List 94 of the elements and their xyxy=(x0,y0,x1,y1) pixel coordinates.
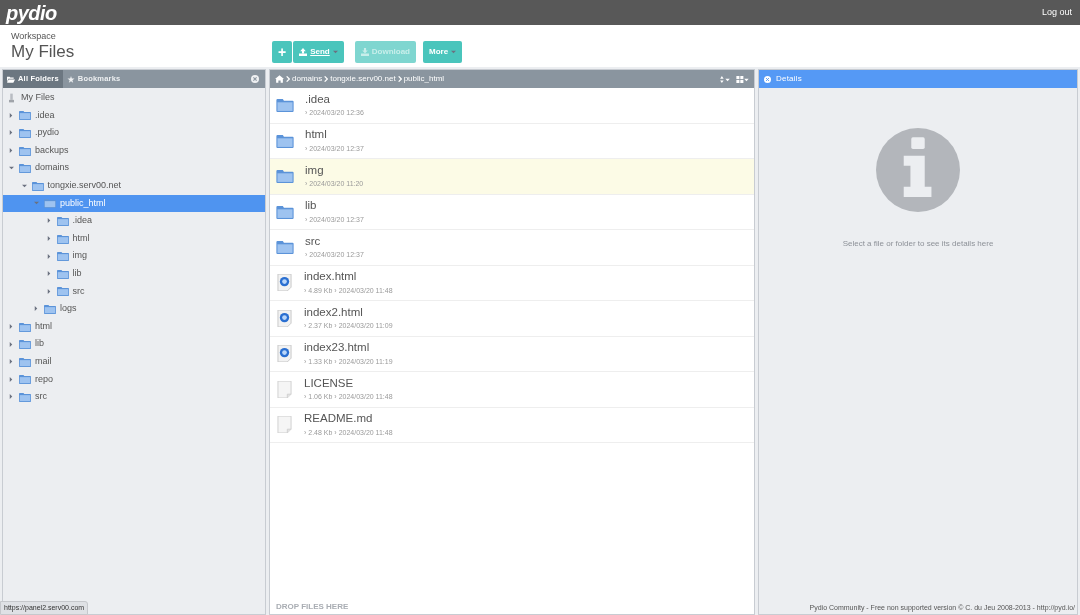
tree-item[interactable]: src xyxy=(3,282,265,301)
folder-open-icon xyxy=(7,75,15,83)
folder-icon xyxy=(56,215,69,226)
sort-icon xyxy=(719,75,730,83)
tree-item[interactable]: html xyxy=(3,317,265,336)
tree-item[interactable]: lib xyxy=(3,264,265,283)
tree-item[interactable]: .pydio xyxy=(3,124,265,142)
folder-icon xyxy=(56,268,69,279)
tree-item[interactable]: src xyxy=(3,388,265,406)
close-icon xyxy=(764,75,771,83)
home-icon xyxy=(275,75,284,83)
file-name: index.html xyxy=(304,269,358,284)
caret-icon xyxy=(9,166,14,171)
workspace-label: Workspace xyxy=(11,31,57,41)
folder-icon xyxy=(19,128,31,138)
tree-item[interactable]: tongxie.serv00.net xyxy=(3,176,265,195)
tree-item[interactable]: lib xyxy=(3,335,265,353)
caret-icon xyxy=(9,341,13,347)
folder-icon xyxy=(19,391,31,402)
file-name: img xyxy=(305,162,325,178)
file-name: html xyxy=(305,127,328,142)
tree-item[interactable]: domains xyxy=(3,159,265,177)
folder-icon xyxy=(19,163,31,174)
info-icon xyxy=(876,128,960,212)
grid-view-icon xyxy=(736,75,749,83)
file-name: .idea xyxy=(305,91,331,107)
logo: pydio xyxy=(6,2,57,23)
folder-icon xyxy=(44,198,56,209)
web-file-icon xyxy=(277,345,292,363)
tree-item[interactable]: mail xyxy=(3,352,265,371)
chevron-icon xyxy=(397,76,402,82)
caret-icon xyxy=(34,306,38,312)
caret-icon xyxy=(9,376,13,382)
folder-icon xyxy=(19,145,31,156)
folder-icon xyxy=(56,233,69,244)
caret-icon xyxy=(9,359,13,365)
folder-icon xyxy=(276,98,294,113)
file-icon xyxy=(277,380,292,398)
logout-link[interactable]: Log out xyxy=(1041,5,1072,20)
web-file-icon xyxy=(277,274,292,292)
file-name: lib xyxy=(305,198,318,213)
caret-icon xyxy=(21,183,27,188)
file-name: src xyxy=(305,233,322,249)
folder-icon xyxy=(44,303,56,314)
file-name: index2.html xyxy=(304,304,364,320)
folder-icon xyxy=(19,356,31,367)
empty-message: Select a file or folder to see its details here xyxy=(842,238,994,250)
folder-icon xyxy=(19,110,31,121)
caret-icon xyxy=(46,253,51,259)
chevron-icon xyxy=(286,76,290,82)
caret-icon xyxy=(9,394,13,400)
folder-icon xyxy=(19,339,31,350)
download-icon xyxy=(360,48,369,56)
folder-icon xyxy=(31,180,44,191)
folder-icon xyxy=(56,286,69,297)
file-icon xyxy=(277,416,292,434)
folder-icon xyxy=(19,321,31,332)
tree-item[interactable]: .idea xyxy=(3,106,265,125)
drop-hint: DROP FILES HERE xyxy=(276,601,350,613)
tree-item[interactable]: html xyxy=(3,229,265,248)
file-name: index23.html xyxy=(304,340,371,355)
tree-item[interactable]: repo xyxy=(3,370,265,389)
caret-icon xyxy=(451,50,457,54)
caret-icon xyxy=(46,271,51,277)
caret-icon xyxy=(46,288,51,294)
folder-icon xyxy=(276,240,294,255)
tree-item[interactable]: logs xyxy=(3,300,265,318)
file-name: LICENSE xyxy=(304,375,355,391)
caret-icon xyxy=(46,218,51,224)
star-icon xyxy=(66,75,75,83)
caret-icon xyxy=(9,324,13,329)
drive-icon xyxy=(9,92,14,103)
caret-icon xyxy=(9,130,13,136)
folder-icon xyxy=(276,133,294,148)
folder-icon xyxy=(276,169,294,184)
folder-icon xyxy=(56,251,69,262)
folder-icon xyxy=(19,374,31,385)
chevron-icon xyxy=(324,76,329,82)
folder-icon xyxy=(276,204,294,219)
caret-icon xyxy=(9,148,13,154)
close-icon xyxy=(251,75,259,83)
caret-icon xyxy=(34,201,39,206)
file-name: README.md xyxy=(304,411,374,426)
tree-item[interactable]: .idea xyxy=(3,212,265,230)
panel-title: Details xyxy=(776,73,802,85)
caret-icon xyxy=(46,236,51,242)
web-file-icon xyxy=(277,309,292,327)
tree-item[interactable]: My Files xyxy=(3,89,265,107)
tree-item[interactable]: backups xyxy=(3,141,265,160)
tree-item[interactable]: img xyxy=(3,247,265,265)
upload-icon xyxy=(299,48,308,56)
caret-icon xyxy=(9,112,13,118)
caret-icon xyxy=(332,50,338,54)
page-title: My Files xyxy=(11,41,76,62)
